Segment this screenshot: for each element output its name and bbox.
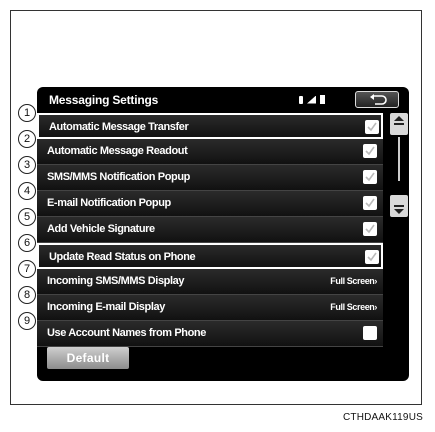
callout-number: 9	[18, 312, 36, 330]
screen-title: Messaging Settings	[49, 93, 159, 107]
messaging-settings-screen: Messaging Settings Automatic Message Tra…	[37, 87, 409, 381]
setting-checkbox[interactable]	[363, 196, 377, 210]
setting-label: SMS/MMS Notification Popup	[47, 171, 190, 183]
setting-label: Add Vehicle Signature	[47, 223, 155, 235]
setting-checkbox[interactable]	[363, 326, 377, 340]
settings-row[interactable]: SMS/MMS Notification Popup	[37, 165, 383, 191]
checkmark-icon	[365, 224, 375, 234]
battery-icon	[320, 95, 325, 104]
callout-number: 6	[18, 234, 36, 252]
scroll-up-arrow-icon	[394, 116, 404, 125]
bluetooth-icon	[299, 95, 303, 104]
checkmark-icon	[365, 146, 375, 156]
settings-row[interactable]: E-mail Notification Popup	[37, 191, 383, 217]
setting-checkbox[interactable]	[365, 120, 379, 134]
setting-label: Automatic Message Transfer	[49, 121, 189, 133]
callout-number: 5	[18, 208, 36, 226]
settings-row[interactable]: Incoming SMS/MMS Display Full Screen›	[37, 269, 383, 295]
setting-label: E-mail Notification Popup	[47, 197, 171, 209]
checkmark-icon	[367, 122, 377, 132]
callout-number: 8	[18, 286, 36, 304]
settings-row[interactable]: Update Read Status on Phone	[37, 243, 383, 269]
callout-number: 4	[18, 182, 36, 200]
setting-value: Full Screen›	[330, 276, 377, 286]
status-icons	[299, 95, 325, 104]
scroll-track[interactable]	[398, 137, 400, 181]
callout-number: 2	[18, 130, 36, 148]
setting-label: Incoming SMS/MMS Display	[47, 275, 185, 287]
setting-checkbox[interactable]	[363, 144, 377, 158]
scrollbar[interactable]	[388, 113, 409, 322]
callout-number: 1	[18, 104, 36, 122]
settings-row[interactable]: Add Vehicle Signature	[37, 217, 383, 243]
setting-checkbox[interactable]	[365, 250, 379, 264]
back-button[interactable]	[355, 91, 399, 108]
scroll-up-button[interactable]	[390, 113, 408, 135]
checkmark-icon	[365, 198, 375, 208]
callout-number: 3	[18, 156, 36, 174]
setting-checkbox[interactable]	[363, 222, 377, 236]
setting-label: Incoming E-mail Display	[47, 301, 165, 313]
setting-checkbox[interactable]	[363, 170, 377, 184]
settings-list: Automatic Message Transfer Automatic Mess…	[37, 113, 383, 347]
signal-icon	[307, 95, 316, 104]
setting-label: Use Account Names from Phone	[47, 327, 206, 339]
checkmark-icon	[367, 252, 377, 262]
setting-value: Full Screen›	[330, 302, 377, 312]
back-arrow-icon	[370, 94, 387, 105]
settings-row[interactable]: Use Account Names from Phone	[37, 321, 383, 347]
callout-number: 7	[18, 260, 36, 278]
scroll-down-button[interactable]	[390, 195, 408, 217]
checkmark-icon	[365, 172, 375, 182]
setting-label: Automatic Message Readout	[47, 145, 188, 157]
scroll-down-arrow-icon	[394, 205, 404, 214]
settings-row[interactable]: Automatic Message Readout	[37, 139, 383, 165]
screen-header: Messaging Settings	[37, 87, 409, 113]
default-button[interactable]: Default	[47, 347, 129, 369]
setting-label: Update Read Status on Phone	[49, 251, 196, 263]
settings-row[interactable]: Automatic Message Transfer	[37, 113, 383, 139]
figure-caption: CTHDAAK119US	[342, 412, 423, 423]
settings-row[interactable]: Incoming E-mail Display Full Screen›	[37, 295, 383, 321]
